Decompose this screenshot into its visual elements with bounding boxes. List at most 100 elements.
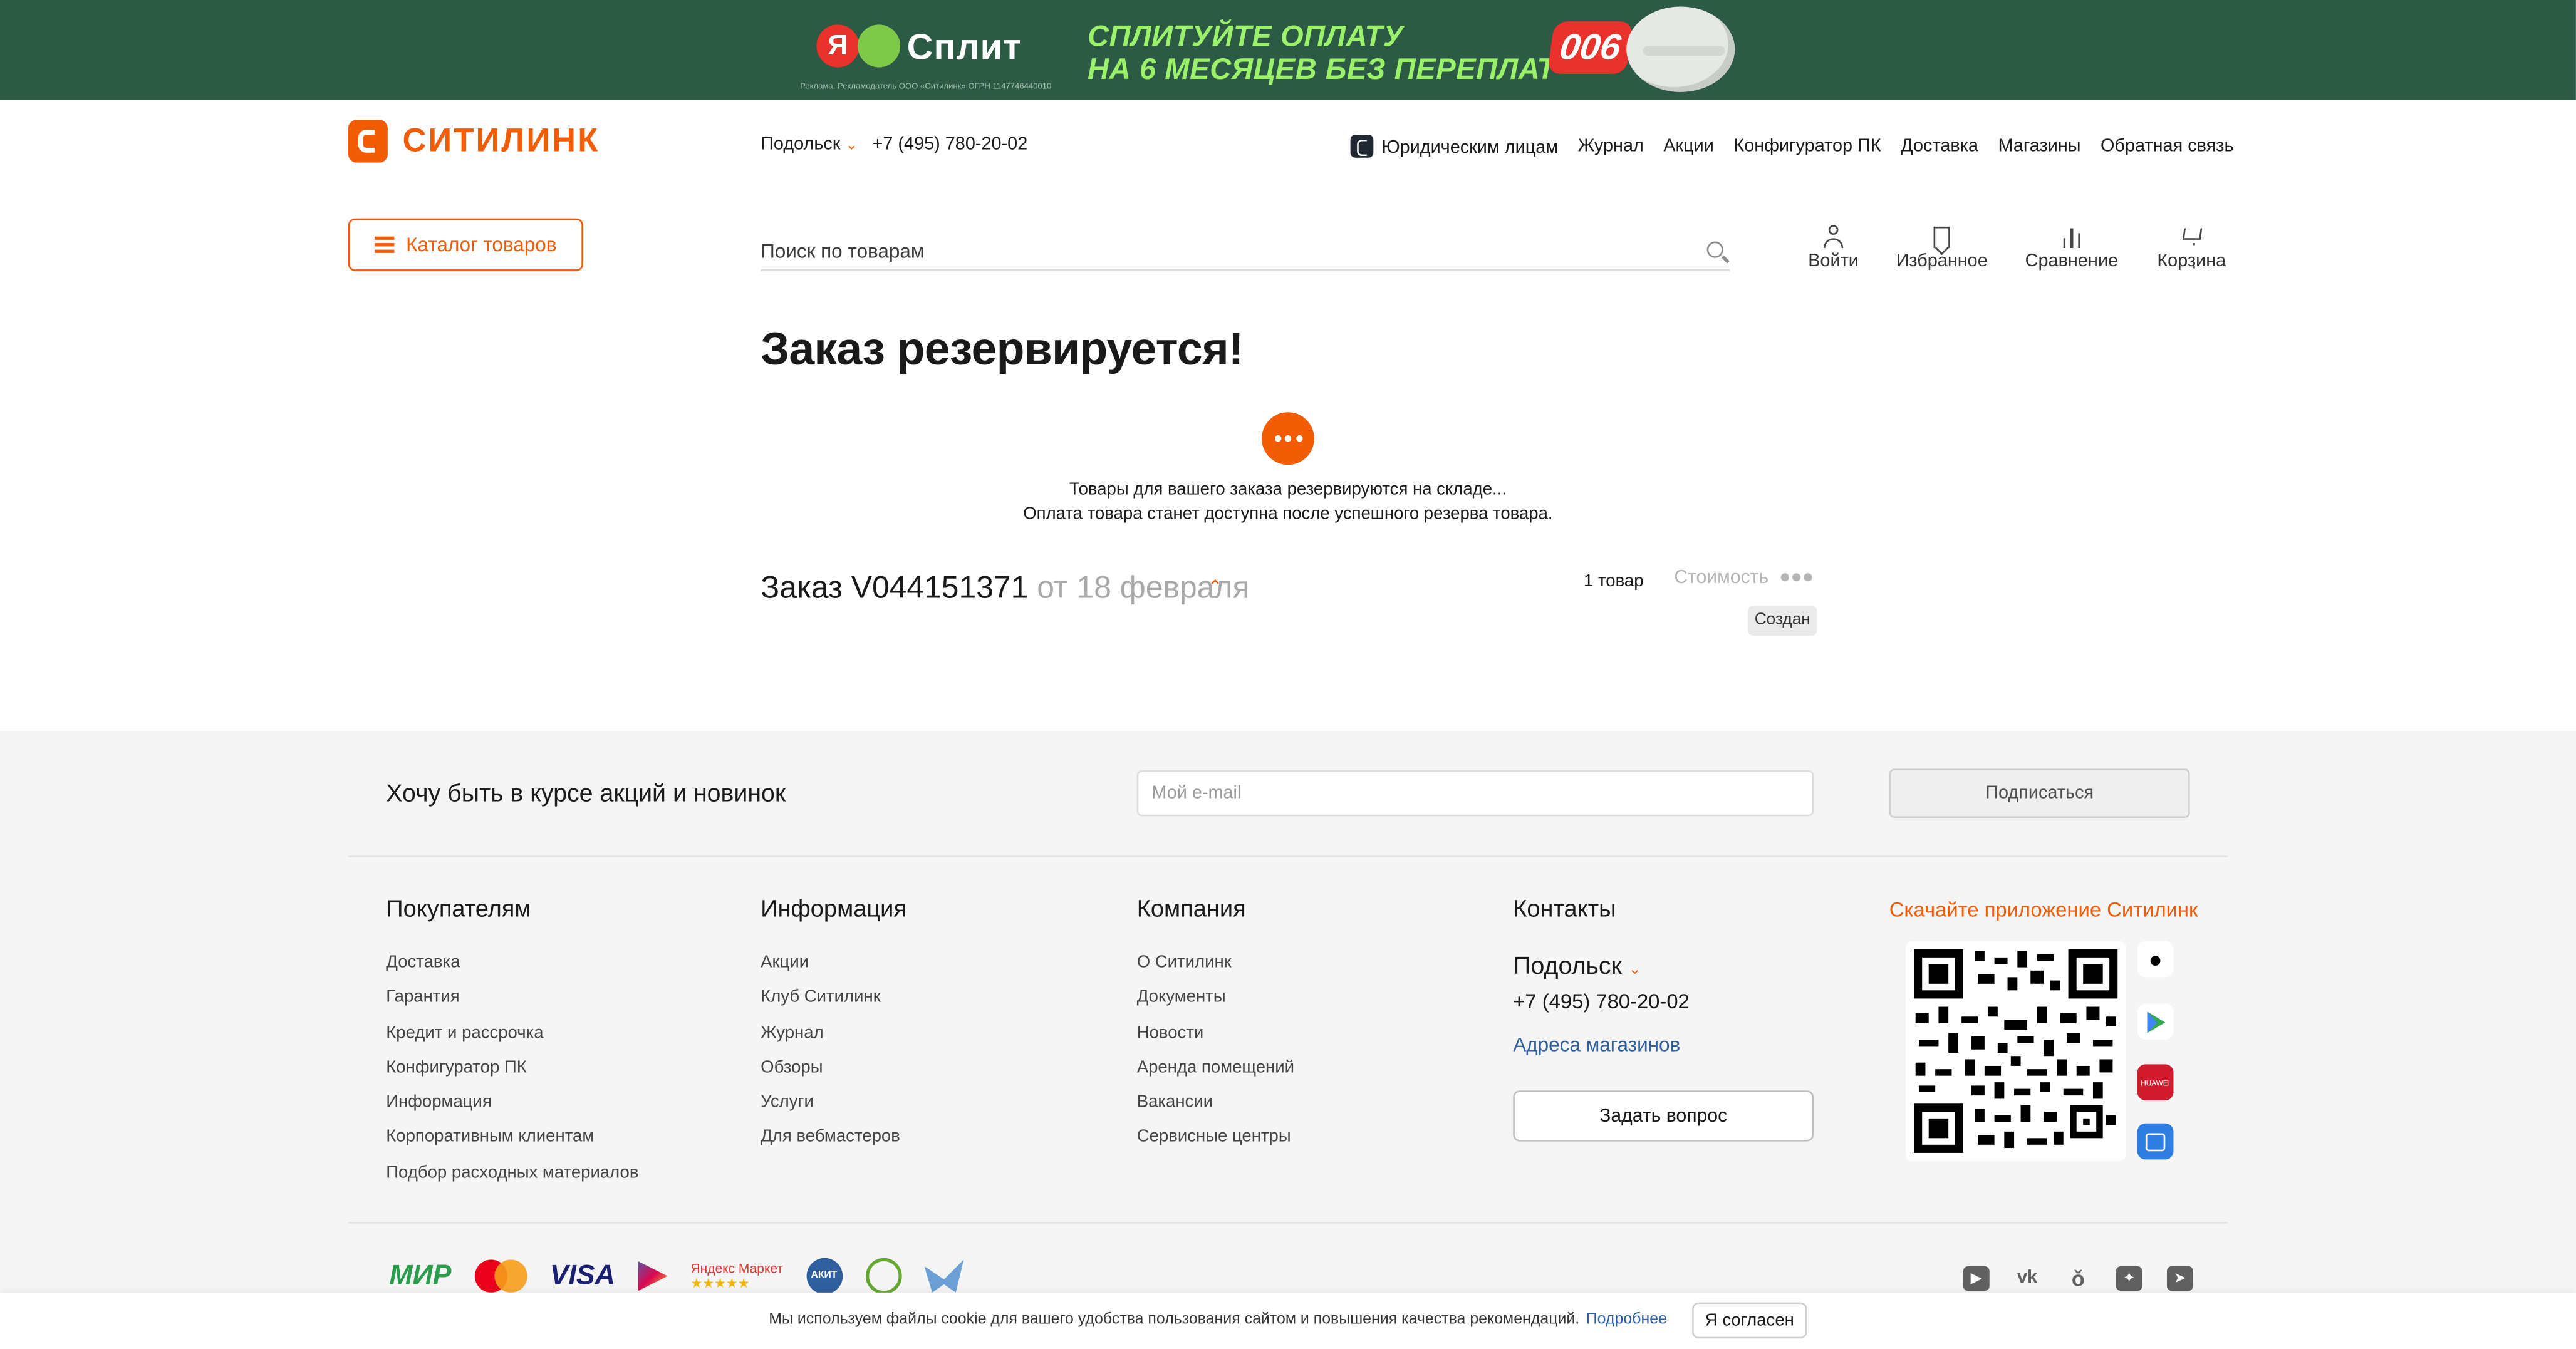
footer-link[interactable]: Подбор расходных материалов xyxy=(386,1162,638,1197)
footer-link[interactable]: Корпоративным клиентам xyxy=(386,1127,638,1162)
logo-icon[interactable] xyxy=(348,120,388,163)
footer-link[interactable]: Обзоры xyxy=(761,1058,900,1093)
footer-link[interactable]: Акции xyxy=(761,953,900,988)
nav-item-label: Юридическим лицам xyxy=(1381,138,1559,158)
footer-link[interactable]: Услуги xyxy=(761,1092,900,1127)
telegram-icon[interactable]: ➤ xyxy=(2166,1266,2193,1291)
footer-link[interactable]: Информация xyxy=(386,1092,638,1127)
footer-link[interactable]: Новости xyxy=(1137,1023,1294,1058)
cookie-text: Мы используем файлы cookie для вашего уд… xyxy=(769,1310,1580,1329)
banner-promo-line: НА 6 МЕСЯЦЕВ БЕЗ ПЕРЕПЛАТ xyxy=(1088,52,1555,86)
footer-col-title: Информация xyxy=(761,896,906,923)
chevron-down-icon: ⌄ xyxy=(1628,961,1641,978)
dzen-icon[interactable]: ✦ xyxy=(2116,1266,2142,1291)
robot-vacuum-detail xyxy=(1643,46,1725,56)
cookie-more-link[interactable]: Подробнее xyxy=(1586,1311,1667,1329)
footer-link[interactable]: Кредит и рассрочка xyxy=(386,1023,638,1058)
rustore-glyph xyxy=(2145,1132,2166,1150)
message-line: Оплата товара станет доступна после успе… xyxy=(1023,504,1553,524)
legal-entity-icon xyxy=(1350,135,1374,158)
banner-badge: 006 xyxy=(1547,21,1634,75)
compare-label: Сравнение xyxy=(2025,251,2119,271)
mir-logo: МИР xyxy=(389,1259,452,1291)
eco-badge-logo xyxy=(865,1258,901,1295)
footer-link[interactable]: Конфигуратор ПК xyxy=(386,1058,638,1093)
search-input[interactable] xyxy=(761,233,1681,266)
banner-promo-text: СПЛИТУЙТЕ ОПЛАТУ НА 6 МЕСЯЦЕВ БЕЗ ПЕРЕПЛ… xyxy=(1088,19,1555,85)
catalog-button-label: Каталог товаров xyxy=(406,233,557,257)
footer-link[interactable]: Аренда помещений xyxy=(1137,1058,1294,1093)
ok-icon[interactable]: ǒ xyxy=(2065,1266,2091,1291)
footer-link[interactable]: Гарантия xyxy=(386,988,638,1023)
play-triangle xyxy=(2147,1011,2166,1033)
chevron-down-icon: ⌄ xyxy=(845,136,858,153)
footer-link[interactable]: Сервисные центры xyxy=(1137,1127,1294,1162)
header-phone[interactable]: +7 (495) 780-20-02 xyxy=(872,135,1027,154)
footer-link[interactable]: О Ситилинк xyxy=(1137,953,1294,988)
yandex-market-logo: Яндекс Маркет ★★★★★ xyxy=(691,1261,783,1291)
reservation-message: Товары для вашего заказа резервируются н… xyxy=(959,478,1616,527)
footer-link[interactable]: Доставка xyxy=(386,953,638,988)
footer-link[interactable]: Журнал xyxy=(761,1023,900,1058)
message-line: Товары для вашего заказа резервируются н… xyxy=(1069,479,1507,500)
nav-item-legal[interactable]: Юридическим лицам xyxy=(1350,135,1559,158)
apple-store-icon[interactable]: ● xyxy=(2137,941,2174,978)
compare-button[interactable]: Сравнение xyxy=(2022,220,2121,271)
subscribe-button[interactable]: Подписаться xyxy=(1889,768,2190,818)
footer-col-links: О Ситилинк Документы Новости Аренда поме… xyxy=(1137,953,1294,1162)
huawei-appgallery-icon[interactable]: HUAWEI xyxy=(2137,1064,2174,1101)
login-button[interactable]: Войти xyxy=(1784,220,1883,271)
cart-button[interactable]: Корзина xyxy=(2142,220,2241,277)
rating-stars: ★★★★★ xyxy=(690,1276,750,1291)
search-bar xyxy=(761,233,1730,271)
chevron-up-icon[interactable]: ⌃ xyxy=(1207,576,1222,597)
nav-item-promos[interactable]: Акции xyxy=(1663,137,1714,156)
ask-question-button[interactable]: Задать вопрос xyxy=(1513,1090,1814,1142)
footer-phone[interactable]: +7 (495) 780-20-02 xyxy=(1513,990,1690,1013)
order-number: Заказ V044151371 xyxy=(761,571,1029,606)
email-field[interactable] xyxy=(1138,772,1806,815)
order-header[interactable]: Заказ V044151371 от 18 февраля xyxy=(761,572,1249,608)
footer-link[interactable]: Для вебмастеров xyxy=(761,1127,900,1162)
footer-link[interactable]: Клуб Ситилинк xyxy=(761,988,900,1023)
cost-loading-icon xyxy=(1780,573,1812,582)
footer-col-links: Акции Клуб Ситилинк Журнал Обзоры Услуги… xyxy=(761,953,900,1162)
nav-item-journal[interactable]: Журнал xyxy=(1578,137,1644,156)
catalog-button[interactable]: Каталог товаров xyxy=(348,218,583,271)
city-selector[interactable]: Подольск ⌄ xyxy=(761,135,858,154)
email-field-wrap xyxy=(1136,770,1814,817)
cookie-agree-button[interactable]: Я согласен xyxy=(1692,1302,1807,1339)
cart-icon xyxy=(2178,225,2205,277)
yandex-market-label: Яндекс Маркет xyxy=(690,1261,783,1276)
footer-divider xyxy=(348,855,2228,857)
youtube-icon[interactable]: ▶ xyxy=(1963,1266,1990,1291)
footer-col-title: Компания xyxy=(1136,896,1246,923)
nav-item-stores[interactable]: Магазины xyxy=(1998,137,2080,156)
nav-item-feedback[interactable]: Обратная связь xyxy=(2101,137,2234,156)
google-play-icon[interactable] xyxy=(2137,1003,2174,1040)
qr-code-image xyxy=(1905,941,2126,1162)
split-leaf-icon xyxy=(857,24,901,68)
page-title: Заказ резервируется! xyxy=(761,323,1244,375)
app-download-title[interactable]: Скачайте приложение Ситилинк xyxy=(1889,898,2198,921)
payment-logos: МИР VISA Яндекс Маркет ★★★★★ АКИТ xyxy=(390,1258,964,1295)
footer-city-selector[interactable]: Подольск ⌄ xyxy=(1513,953,1641,981)
footer-link[interactable]: Вакансии xyxy=(1137,1092,1294,1127)
vk-icon[interactable]: vk xyxy=(2014,1266,2040,1291)
footer-divider xyxy=(348,1222,2228,1224)
search-icon[interactable] xyxy=(1706,241,1723,258)
nav-item-configurator[interactable]: Конфигуратор ПК xyxy=(1733,137,1881,156)
city-label: Подольск xyxy=(761,135,841,155)
logo-text[interactable]: СИТИЛИНК xyxy=(402,123,600,161)
list-icon xyxy=(375,236,395,253)
loading-dots-icon xyxy=(1262,412,1314,465)
visa-logo: VISA xyxy=(549,1259,615,1291)
favorites-button[interactable]: Избранное xyxy=(1893,220,1991,271)
banner-promo-line: СПЛИТУЙТЕ ОПЛАТУ xyxy=(1088,19,1404,53)
top-nav: Юридическим лицам Журнал Акции Конфигура… xyxy=(1350,135,2234,158)
rustore-icon[interactable] xyxy=(2137,1123,2174,1160)
butterfly-logo xyxy=(924,1259,964,1293)
nav-item-delivery[interactable]: Доставка xyxy=(1901,137,1978,156)
footer-link[interactable]: Документы xyxy=(1137,988,1294,1023)
store-addresses-link[interactable]: Адреса магазинов xyxy=(1513,1033,1680,1056)
